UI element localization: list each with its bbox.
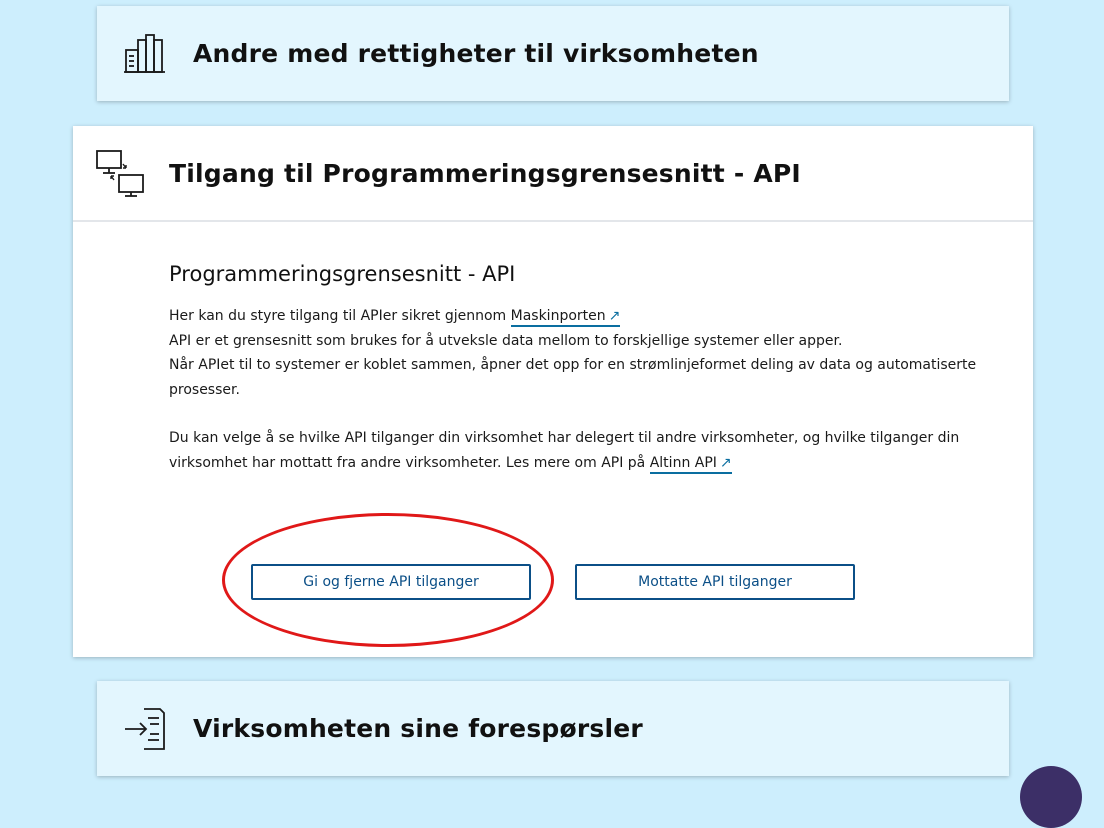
altinn-api-link-label: Altinn API	[649, 454, 717, 471]
api-intro-text: Her kan du styre tilgang til APIer sikre…	[169, 308, 511, 324]
accordion-rights[interactable]: Andre med rettigheter til virksomheten	[97, 6, 1009, 101]
received-api-access-button[interactable]: Mottatte API tilganger	[575, 564, 855, 600]
building-icon	[97, 6, 193, 101]
maskinporten-link[interactable]: Maskinporten ↗	[510, 308, 621, 327]
accordion-divider	[73, 220, 1033, 222]
api-description-line: API er et grensesnitt som brukes for å u…	[169, 332, 843, 349]
api-subheading: Programmeringsgrensesnitt - API	[169, 262, 516, 286]
api-connection-line: Når APIet til to systemer er koblet samm…	[169, 357, 977, 398]
api-delegation-text: Du kan velge å se hvilke API tilganger d…	[169, 430, 960, 471]
external-link-icon: ↗	[608, 308, 621, 324]
computers-exchange-icon	[73, 126, 169, 220]
maskinporten-link-label: Maskinporten	[510, 308, 606, 324]
accordion-requests-title: Virksomheten sine forespørsler	[193, 714, 643, 743]
api-intro: Her kan du styre tilgang til APIer sikre…	[169, 304, 989, 402]
altinn-api-link[interactable]: Altinn API ↗	[649, 454, 732, 474]
accordion-rights-title: Andre med rettigheter til virksomheten	[193, 39, 759, 68]
inbox-arrow-icon	[97, 681, 193, 776]
accordion-requests[interactable]: Virksomheten sine forespørsler	[97, 681, 1009, 776]
accordion-api-title: Tilgang til Programmeringsgrensesnitt - …	[169, 158, 801, 188]
accordion-api: Tilgang til Programmeringsgrensesnitt - …	[73, 126, 1033, 657]
give-remove-api-access-button[interactable]: Gi og fjerne API tilganger	[251, 564, 531, 600]
external-link-icon: ↗	[719, 454, 732, 471]
floating-help-button[interactable]	[1020, 766, 1082, 828]
accordion-api-header[interactable]: Tilgang til Programmeringsgrensesnitt - …	[73, 126, 1033, 220]
api-delegation-info: Du kan velge å se hvilke API tilganger d…	[169, 426, 989, 475]
api-content: Programmeringsgrensesnitt - API Her kan …	[169, 262, 989, 475]
